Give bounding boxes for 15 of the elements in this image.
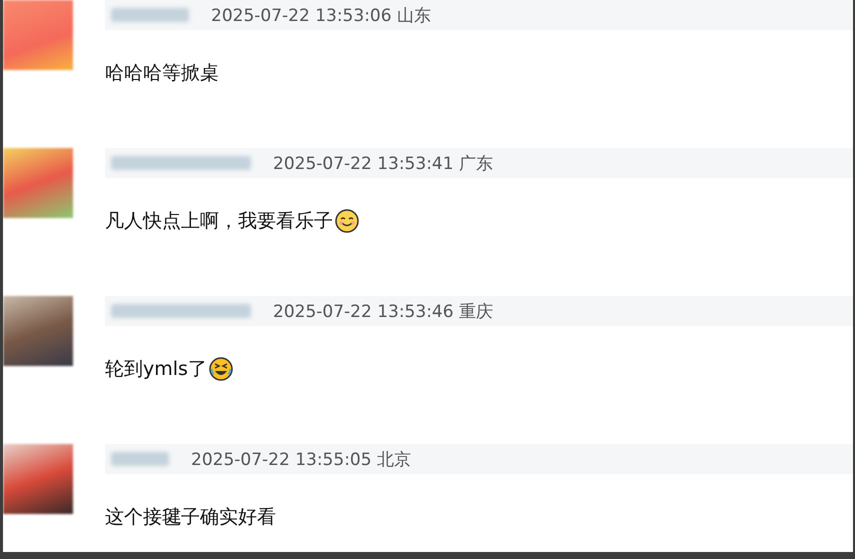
comment-text: 轮到ymls了 xyxy=(105,357,207,382)
comment-text: 这个接毽子确实好看 xyxy=(105,505,276,530)
blurred-username xyxy=(111,452,169,466)
comment-text: 凡人快点上啊，我要看乐子 xyxy=(105,209,333,234)
avatar-placeholder xyxy=(3,296,73,366)
timestamp-location: 2025-07-22 13:53:46 重庆 xyxy=(273,300,493,322)
timestamp-location: 2025-07-22 13:55:05 北京 xyxy=(191,448,411,470)
avatar-placeholder xyxy=(3,0,73,70)
comment-text: 哈哈哈等掀桌 xyxy=(105,61,219,86)
timestamp-location: 2025-07-22 13:53:41 广东 xyxy=(273,152,493,174)
timestamp-location: 2025-07-22 13:53:06 山东 xyxy=(211,4,431,26)
laughing-face-icon xyxy=(208,357,233,381)
avatar-placeholder xyxy=(3,444,73,514)
avatar-placeholder xyxy=(3,148,73,218)
smiling-face-icon xyxy=(335,209,359,233)
